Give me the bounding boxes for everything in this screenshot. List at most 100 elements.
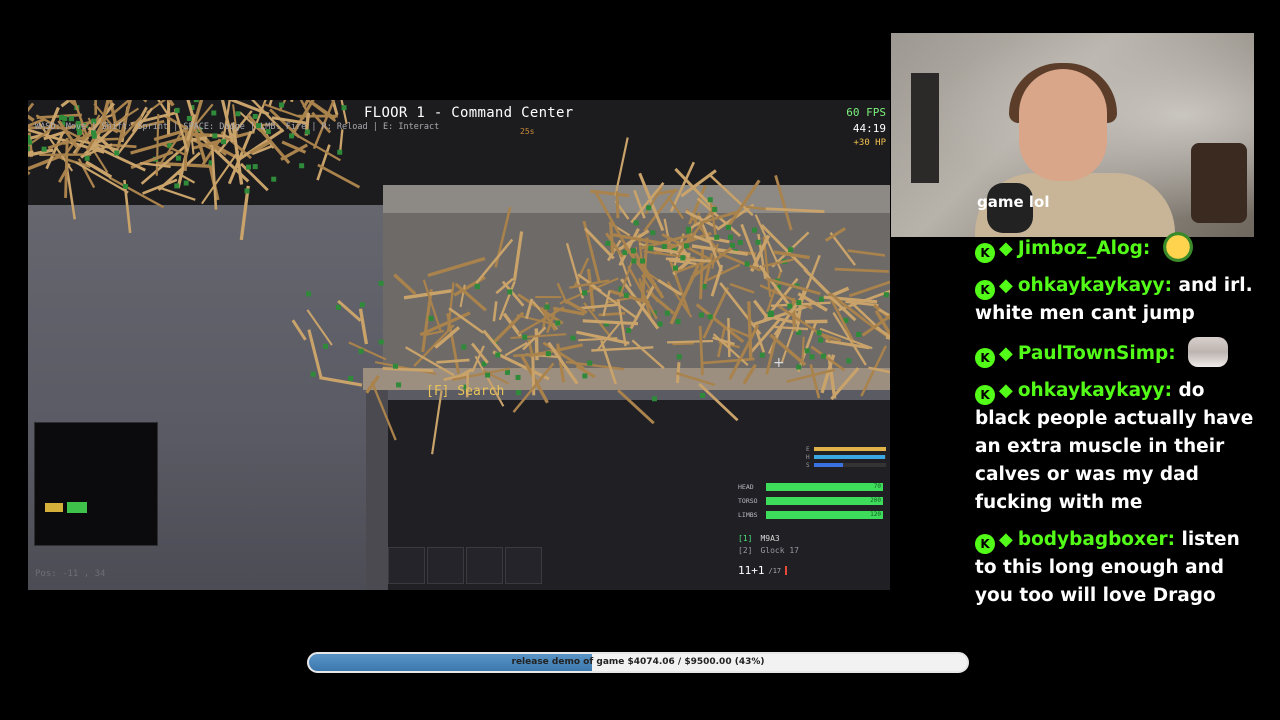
debris-leaf xyxy=(787,303,793,309)
diamond-badge-icon: ◆ xyxy=(999,275,1013,296)
debris-stick xyxy=(66,100,77,107)
health-value: 120 xyxy=(870,511,881,518)
search-prompt[interactable]: [F] Search xyxy=(426,384,504,399)
webcam-feed: game lol xyxy=(891,33,1254,237)
weapon-slot[interactable]: [2] Glock 17 xyxy=(738,546,799,558)
hotbar-slot[interactable] xyxy=(427,547,464,584)
debris-leaf xyxy=(337,149,343,155)
debris-leaf xyxy=(714,234,720,240)
debris-leaf xyxy=(631,258,637,264)
debris-leaf xyxy=(323,343,329,349)
debris-leaf xyxy=(555,320,561,326)
debris-stick xyxy=(729,282,755,294)
status-bar xyxy=(813,463,886,467)
chat-username[interactable]: PaulTownSimp: xyxy=(1018,343,1176,364)
webcam-plant xyxy=(1191,143,1247,223)
health-row: LIMBS 120 xyxy=(738,508,883,522)
debris-stick xyxy=(358,308,369,345)
debris-leaf xyxy=(661,244,667,250)
debris-stick xyxy=(810,345,846,372)
debris-leaf xyxy=(725,224,731,230)
diamond-badge-icon: ◆ xyxy=(999,529,1013,550)
weapon-key: [1] xyxy=(738,534,753,543)
weapon-slot[interactable]: [1] M9A3 xyxy=(738,534,799,546)
chat-username[interactable]: ohkaykaykayy: xyxy=(1018,275,1172,296)
health-fill xyxy=(766,497,883,505)
minimap-marker-item xyxy=(45,503,63,512)
debris-leaf xyxy=(378,280,384,286)
debris-leaf xyxy=(428,315,434,321)
debris-stick xyxy=(160,187,196,201)
status-bar-key: E xyxy=(806,445,810,453)
health-value: 200 xyxy=(870,497,881,504)
debris-leaf xyxy=(392,363,398,369)
status-bar-fill xyxy=(813,447,886,451)
cat-emote-icon xyxy=(1188,337,1229,367)
minimap xyxy=(34,422,158,546)
debris-stick xyxy=(186,100,195,117)
ammo-counter: 11+1 /17 xyxy=(738,564,799,577)
health-value: 70 xyxy=(873,483,881,490)
game-viewport[interactable]: FLOOR 1 - Command Center WASD: Move | Sh… xyxy=(28,100,890,590)
chat-message: K ◆ PaulTownSimp: xyxy=(975,337,1260,368)
debris-leaf xyxy=(755,239,761,245)
debris-leaf xyxy=(759,352,765,358)
debris-stick xyxy=(307,329,323,379)
chat-message: K ◆ ohkaykaykayy: and irl. white men cant … xyxy=(975,272,1260,328)
chat-username[interactable]: Jimboz_Alog: xyxy=(1018,238,1150,259)
floor-title: FLOOR 1 - Command Center xyxy=(364,105,574,121)
debris-leaf xyxy=(712,206,718,212)
debris-leaf xyxy=(211,110,217,116)
health-row: TORSO 200 xyxy=(738,494,883,508)
debris-leaf xyxy=(485,372,491,378)
debris-leaf xyxy=(820,353,826,359)
debris-leaf xyxy=(675,319,681,325)
debris-stick xyxy=(582,319,639,326)
hotbar-slot[interactable] xyxy=(388,547,425,584)
debris-stick xyxy=(830,367,860,401)
debris-stick xyxy=(834,267,889,273)
debris-stick xyxy=(239,185,250,241)
status-bars: E H S xyxy=(806,445,886,469)
health-row: HEAD 70 xyxy=(738,480,883,494)
debris-stick xyxy=(829,232,857,266)
debris-leaf xyxy=(728,234,734,240)
debris-leaf xyxy=(289,133,295,139)
status-bar xyxy=(813,447,886,451)
position-readout: Pos: -11 , 34 xyxy=(35,569,106,579)
debris-leaf xyxy=(252,113,258,119)
debris-stick xyxy=(698,382,739,422)
debris-leaf xyxy=(186,115,192,121)
debris-leaf xyxy=(348,376,354,382)
debris-stick xyxy=(809,363,821,399)
hotbar-slot[interactable] xyxy=(466,547,503,584)
debris-stick xyxy=(565,360,625,371)
debris-stick xyxy=(28,154,61,171)
debris-stick xyxy=(65,166,76,220)
debris-stick xyxy=(577,303,619,310)
weapon-list: [1] M9A3 [2] Glock 17 11+1 /17 xyxy=(738,534,799,577)
debris-stick xyxy=(431,390,443,455)
status-bar-key: H xyxy=(806,453,810,461)
debris-leaf xyxy=(175,155,181,161)
debris-leaf xyxy=(28,146,30,152)
debris-leaf xyxy=(221,139,227,145)
chat-username[interactable]: ohkaykaykayy: xyxy=(1018,380,1172,401)
debris-leaf xyxy=(582,290,588,296)
debris-leaf xyxy=(680,255,686,261)
debris-stick xyxy=(667,339,714,344)
debris-leaf xyxy=(623,292,629,298)
hotbar-slot[interactable] xyxy=(505,547,542,584)
debris-leaf xyxy=(796,364,802,370)
debris-leaf xyxy=(271,176,277,182)
debris-leaf xyxy=(299,163,305,169)
debris-stick xyxy=(427,256,486,278)
kick-badge-icon: K xyxy=(975,243,995,263)
debris-stick xyxy=(675,371,716,387)
kick-badge-icon: K xyxy=(975,280,995,300)
debris-leaf xyxy=(516,390,522,396)
debris-leaf xyxy=(650,230,656,236)
chat-username[interactable]: bodybagboxer: xyxy=(1018,529,1175,550)
debris-leaf xyxy=(698,312,704,318)
weapon-name: Glock 17 xyxy=(760,546,799,555)
